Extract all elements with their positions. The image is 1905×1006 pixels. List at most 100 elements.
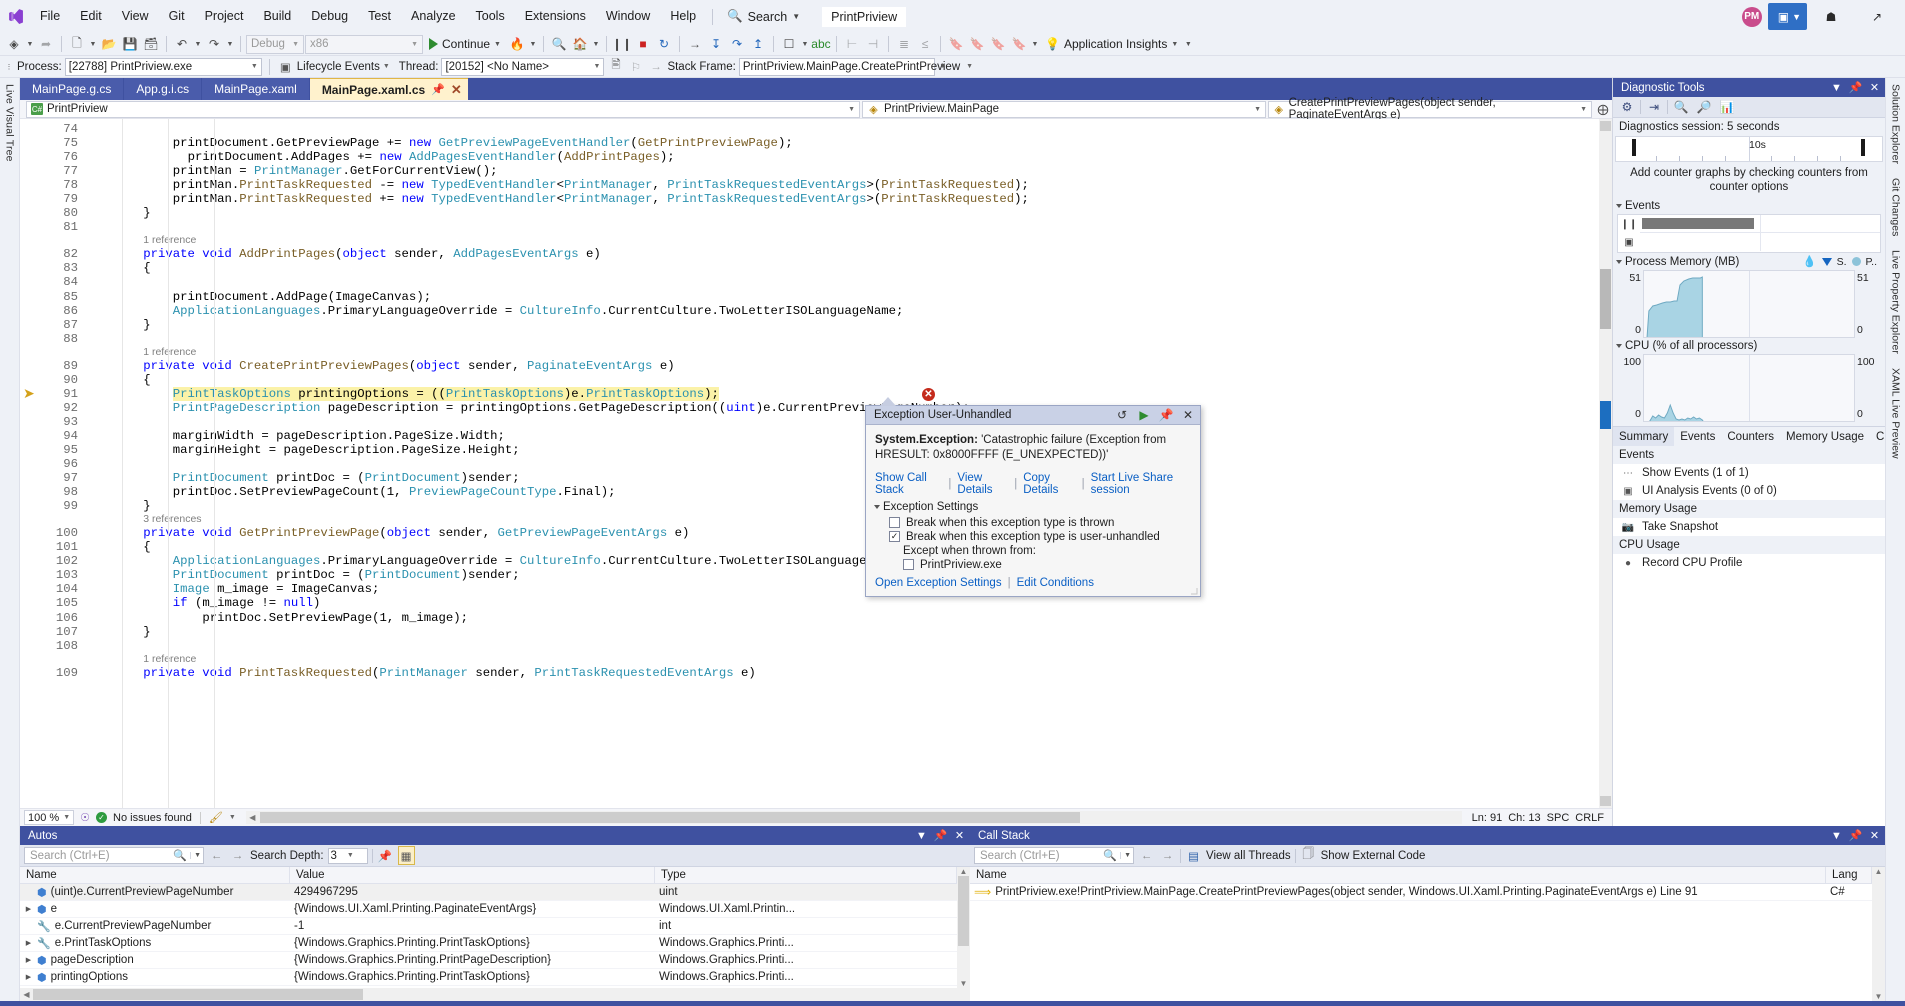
cleanup-icon[interactable]: 🖌 (209, 811, 223, 824)
code-line[interactable]: printDocument.GetPreviewPage += new GetP… (84, 136, 1599, 150)
menu-debug[interactable]: Debug (301, 0, 358, 33)
tab-events[interactable]: Events (1674, 427, 1721, 447)
column-header-name[interactable]: Name (970, 867, 1826, 883)
pin-column-icon[interactable]: 📌 (377, 846, 394, 865)
record-cpu-profile-item[interactable]: ● Record CPU Profile (1613, 554, 1885, 572)
menu-tools[interactable]: Tools (466, 0, 515, 33)
table-row[interactable]: ▶ ⬢ printingOptions {Windows.Graphics.Print… (20, 969, 957, 986)
menu-analyze[interactable]: Analyze (401, 0, 465, 33)
scrollbar-thumb[interactable] (259, 812, 1080, 823)
code-line[interactable]: Image m_image = ImageCanvas; (84, 582, 1599, 596)
break-when-unhandled-row[interactable]: ✓ Break when this exception type is user… (875, 530, 1191, 544)
table-row[interactable]: ⟹ PrintPriview.exe!PrintPriview.MainPage.… (970, 884, 1872, 901)
solution-platform-dropdown[interactable]: x86 ▼ (305, 34, 423, 54)
chevron-down-icon[interactable]: ▼ (190, 852, 201, 859)
code-line[interactable] (84, 220, 1599, 234)
break-when-unhandled-checkbox[interactable]: ✓ (889, 531, 900, 543)
cpu-graph[interactable] (1643, 354, 1855, 422)
code-line[interactable]: PrintTaskOptions printingOptions = ((Pri… (84, 386, 1599, 401)
code-line[interactable]: printMan.PrintTaskRequested -= new Typed… (84, 178, 1599, 192)
scrollbar-thumb[interactable] (958, 876, 969, 946)
cpu-section-header[interactable]: CPU (% of all processors) (1613, 338, 1885, 354)
show-events-item[interactable]: ⋯ Show Events (1 of 1) (1613, 464, 1885, 482)
tab-summary[interactable]: Summary (1613, 426, 1675, 447)
continue-button[interactable]: Continue ▼ (424, 34, 506, 55)
view-all-threads-icon[interactable]: ▤ (1185, 846, 1202, 865)
callstack-vertical-scrollbar[interactable]: ▲ ▼ (1872, 867, 1885, 1001)
memory-section-header[interactable]: Process Memory (MB) 💧 S. P.. (1613, 253, 1885, 270)
code-line[interactable]: } (84, 499, 1599, 513)
new-project-icon[interactable]: 🗋 (67, 34, 87, 55)
step-over-icon[interactable]: ↷ (727, 34, 747, 55)
hex-display-icon[interactable]: ▦ (397, 846, 415, 865)
expander-icon[interactable]: ▶ (24, 956, 33, 964)
sidebar-item-solution-explorer[interactable]: Solution Explorer (1890, 84, 1902, 164)
next-frame-icon[interactable]: → (647, 57, 664, 76)
decrease-indent-icon[interactable]: ≤ (915, 34, 935, 55)
variable-value[interactable]: {Windows.Graphics.Printing.PrintTaskOpti… (294, 971, 530, 983)
chevron-down-icon[interactable]: ▼ (800, 34, 810, 55)
save-all-icon[interactable]: 🗃 (141, 34, 161, 55)
scroll-down-icon[interactable]: ▼ (1875, 992, 1883, 1001)
show-external-code-icon[interactable]: 🗍 (1300, 846, 1317, 865)
close-icon[interactable]: ✕ (1867, 81, 1882, 94)
history-icon[interactable]: ↺ (1114, 407, 1130, 423)
exception-popup[interactable]: Exception User-Unhandled ↺ ▶ 📌 ✕ System.… (865, 396, 1201, 597)
menu-view[interactable]: View (112, 0, 159, 33)
code-line[interactable]: private void GetPrintPreviewPage(object … (84, 526, 1599, 540)
stop-debugging-icon[interactable]: ■ (633, 34, 653, 55)
live-share-button[interactable]: ▣ ▼ (1767, 3, 1807, 30)
search-previous-icon[interactable]: ← (208, 846, 225, 865)
increase-indent-icon[interactable]: ≣ (894, 34, 914, 55)
close-icon[interactable]: ✕ (1867, 829, 1882, 842)
close-icon[interactable]: ✕ (451, 82, 462, 98)
copy-details-link[interactable]: Copy Details (1023, 472, 1075, 496)
code-line[interactable]: marginHeight = pageDescription.PageSize.… (84, 443, 1599, 457)
sidebar-item-git-changes[interactable]: Git Changes (1890, 178, 1902, 236)
hot-reload-icon[interactable]: 🔥 (507, 34, 527, 55)
navigate-backward-icon[interactable]: ◈ (4, 34, 24, 55)
chevron-down-icon[interactable]: ▼ (193, 34, 203, 55)
toolbar-overflow-icon[interactable]: ▼ (938, 56, 948, 77)
menu-build[interactable]: Build (253, 0, 301, 33)
chevron-down-icon[interactable]: ▼ (383, 63, 390, 70)
prev-bookmark-icon[interactable]: 🔖 (967, 34, 987, 55)
autos-grid[interactable]: Name Value Type ⬢ (uint)e.CurrentPreviewP… (20, 867, 957, 988)
code-line[interactable]: PrintDocument printDoc = (PrintDocument)… (84, 568, 1599, 582)
events-row-break[interactable] (1640, 215, 1880, 233)
pin-icon[interactable]: 📌 (1848, 81, 1863, 94)
code-line[interactable]: printDocument.AddPages += new AddPagesEv… (84, 150, 1599, 164)
code-line[interactable] (84, 275, 1599, 289)
scroll-up-icon[interactable]: ▲ (1875, 867, 1883, 876)
start-live-share-link[interactable]: Start Live Share session (1091, 472, 1191, 496)
pin-icon[interactable]: 📌 (431, 83, 445, 96)
export-icon[interactable]: ⇥ (1644, 98, 1664, 117)
view-details-link[interactable]: View Details (957, 472, 1008, 496)
lifecycle-events-icon[interactable]: ▣ (277, 57, 294, 76)
settings-gear-icon[interactable]: ⚙ (1617, 98, 1637, 117)
chevron-down-icon[interactable]: ▼ (1030, 34, 1040, 55)
chevron-down-icon[interactable]: ▼ (1120, 852, 1131, 859)
intellicode-icon[interactable]: ☉ (80, 811, 90, 824)
save-icon[interactable]: 💾 (120, 34, 140, 55)
code-line[interactable]: } (84, 625, 1599, 639)
break-when-thrown-checkbox[interactable] (889, 517, 900, 529)
stack-frame-list-icon[interactable]: 🖹 (607, 57, 624, 76)
search-depth-dropdown[interactable]: 3 ▼ (327, 847, 368, 864)
undo-icon[interactable]: ↶ (172, 34, 192, 55)
scroll-up-icon[interactable]: ▲ (960, 867, 968, 876)
code-line[interactable]: private void CreatePrintPreviewPages(obj… (84, 359, 1599, 373)
chevron-down-icon[interactable]: ▼ (225, 34, 235, 55)
code-line[interactable] (84, 332, 1599, 346)
feedback-button[interactable]: ↗ (1855, 4, 1899, 30)
exception-marker-icon[interactable]: ✕ (922, 387, 935, 401)
callstack-search-input[interactable]: Search (Ctrl+E) 🔍 ▼ (974, 847, 1134, 864)
diagnostics-timeline[interactable]: 10s (1615, 136, 1883, 162)
take-snapshot-item[interactable]: 📷 Take Snapshot (1613, 518, 1885, 536)
restart-icon[interactable]: ↻ (654, 34, 674, 55)
lifecycle-events-label[interactable]: Lifecycle Events (297, 61, 380, 73)
menu-window[interactable]: Window (596, 0, 660, 33)
toolbar-overflow-icon[interactable]: ▼ (1183, 34, 1193, 55)
split-editor-icon[interactable]: ⨁ (1594, 103, 1612, 116)
code-line[interactable] (84, 639, 1599, 653)
